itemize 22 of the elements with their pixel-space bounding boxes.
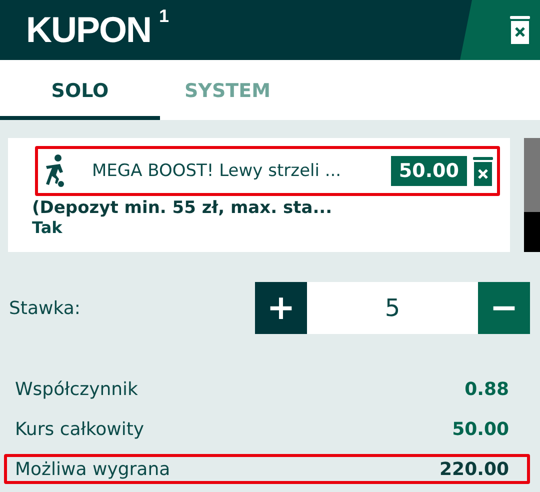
summary-label: Możliwa wygrana xyxy=(15,458,170,480)
tab[interactable]: SOLO xyxy=(0,60,160,120)
summary-label: Współczynnik xyxy=(15,378,138,400)
summary-value: 0.88 xyxy=(464,378,509,400)
bet-pick: Tak xyxy=(32,218,64,237)
stake-label: Stawka: xyxy=(9,298,82,318)
trash-icon[interactable] xyxy=(473,156,493,186)
bet-name: MEGA BOOST! Lewy strzeli ... xyxy=(92,161,342,181)
odds-badge: 50.00 xyxy=(390,156,467,186)
bet-count: 1 xyxy=(159,6,170,27)
summary-value: 50.00 xyxy=(452,418,509,440)
coupon-title: KUPON xyxy=(26,12,152,48)
clear-coupon-button[interactable] xyxy=(460,0,540,60)
football-player-icon xyxy=(44,154,66,188)
decrease-button[interactable]: − xyxy=(478,282,530,334)
trash-icon xyxy=(510,16,530,44)
increase-button[interactable]: + xyxy=(255,282,307,334)
summary-label: Kurs całkowity xyxy=(15,418,144,440)
bet-details: (Depozyt min. 55 zł, max. sta... xyxy=(32,198,334,218)
summary-value: 220.00 xyxy=(440,458,509,480)
scrollbar[interactable] xyxy=(524,138,540,252)
stake-field[interactable]: 5 xyxy=(307,282,478,334)
